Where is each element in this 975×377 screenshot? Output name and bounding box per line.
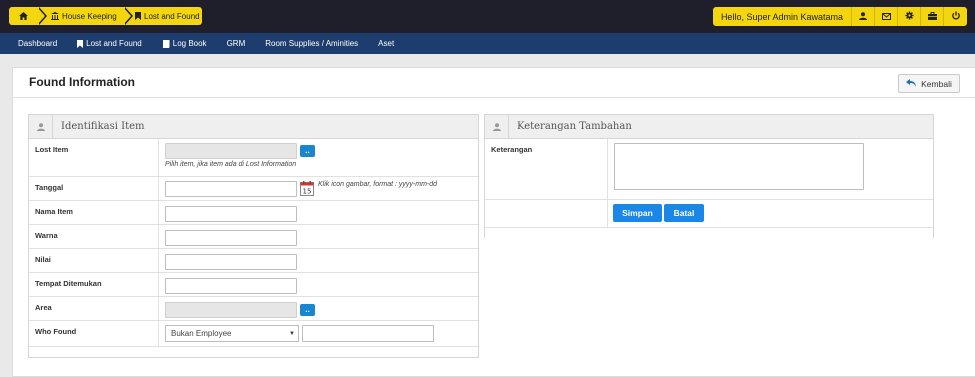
- field-label: Nilai: [29, 249, 159, 272]
- nav-item-label: GRM: [226, 39, 246, 48]
- page-title: Found Information: [29, 75, 135, 89]
- nav-item-aset[interactable]: Aset: [378, 39, 394, 48]
- field-label: Tanggal: [29, 177, 159, 200]
- found-information-panel: Found Information Kembali Identifikasi I…: [12, 67, 975, 377]
- field-label: Lost Item: [29, 139, 159, 176]
- identifikasi-item-section: Identifikasi Item Lost Item .. Pilih ite…: [28, 114, 479, 358]
- svg-text:15: 15: [303, 188, 312, 196]
- envelope-icon: [881, 12, 891, 22]
- form-row-tanggal: Tanggal 15 Klik icon gambar, format : yy…: [29, 177, 478, 201]
- form-row-nilai: Nilai: [29, 249, 478, 273]
- nav-item-label: Lost and Found: [86, 39, 142, 48]
- nama-item-input[interactable]: [165, 206, 297, 222]
- briefcase-button[interactable]: [921, 7, 944, 26]
- breadcrumb: House Keeping Lost and Found: [9, 7, 202, 25]
- logout-button[interactable]: [944, 7, 967, 26]
- area-input[interactable]: [165, 302, 297, 318]
- breadcrumb-label: Lost and Found: [144, 11, 200, 21]
- user-icon: [859, 11, 867, 22]
- book-icon: [162, 39, 170, 48]
- briefcase-icon: [927, 11, 937, 22]
- back-button-label: Kembali: [921, 78, 952, 89]
- field-label: Keterangan: [485, 139, 608, 199]
- undo-icon: [906, 79, 917, 88]
- breadcrumb-house-keeping[interactable]: House Keeping: [37, 7, 133, 25]
- nav-item-label: Room Supplies / Aminities: [265, 39, 359, 48]
- nav-item-grm[interactable]: GRM: [227, 39, 246, 48]
- keterangan-tambahan-section: Keterangan Tambahan Keterangan Simpan Ba…: [484, 114, 934, 238]
- section-header: Identifikasi Item: [29, 114, 478, 139]
- breadcrumb-home[interactable]: [9, 7, 47, 25]
- messages-button[interactable]: [875, 7, 898, 26]
- panel-header: Found Information Kembali: [13, 68, 975, 98]
- form-row-keterangan: Keterangan: [485, 139, 933, 200]
- section-title: Identifikasi Item: [61, 121, 145, 132]
- power-icon: [951, 11, 960, 22]
- breadcrumb-lost-and-found[interactable]: Lost and Found: [123, 7, 202, 25]
- back-button[interactable]: Kembali: [898, 74, 960, 93]
- nilai-input[interactable]: [165, 254, 297, 270]
- main-nav: Dashboard Lost and Found Log Book GRM Ro…: [0, 33, 975, 54]
- user-icon: [485, 114, 509, 139]
- form-row-lost-item: Lost Item .. Pilih item, jika item ada d…: [29, 139, 478, 177]
- field-label: Warna: [29, 225, 159, 248]
- field-label: Who Found: [29, 321, 159, 346]
- calendar-icon[interactable]: 15: [300, 181, 314, 196]
- section-header: Keterangan Tambahan: [485, 114, 933, 139]
- form-row-nama-item: Nama Item: [29, 201, 478, 225]
- nav-item-dashboard[interactable]: Dashboard: [18, 39, 57, 48]
- profile-button[interactable]: [852, 7, 875, 26]
- who-found-select[interactable]: Bukan Employee ▼: [165, 325, 299, 342]
- area-browse-button[interactable]: ..: [300, 304, 315, 316]
- cancel-button[interactable]: Batal: [664, 204, 704, 222]
- form-row-tempat-ditemukan: Tempat Ditemukan: [29, 273, 478, 297]
- user-greeting[interactable]: Hello, Super Admin Kawatama: [712, 7, 852, 26]
- form-row-area: Area ..: [29, 297, 478, 321]
- bookmark-icon: [77, 39, 84, 48]
- settings-button[interactable]: [898, 7, 921, 26]
- nav-item-label: Aset: [378, 39, 395, 48]
- building-icon: [51, 12, 59, 20]
- top-bar: House Keeping Lost and Found Hello, Supe…: [0, 0, 975, 33]
- user-icon: [29, 114, 53, 139]
- section-title: Keterangan Tambahan: [517, 121, 632, 132]
- actions-label-cell: [485, 200, 608, 227]
- caret-down-icon: ▼: [289, 331, 295, 337]
- field-label: Area: [29, 297, 159, 320]
- form-row-who-found: Who Found Bukan Employee ▼: [29, 321, 478, 347]
- nav-item-log-book[interactable]: Log Book: [162, 39, 207, 48]
- nav-item-label: Log Book: [172, 39, 207, 48]
- bookmark-icon: [135, 12, 141, 20]
- lost-item-input[interactable]: [165, 143, 297, 159]
- user-toolbar: Hello, Super Admin Kawatama: [712, 7, 967, 26]
- keterangan-textarea[interactable]: [614, 143, 864, 190]
- warna-input[interactable]: [165, 230, 297, 246]
- form-row-actions: Simpan Batal: [485, 200, 933, 228]
- field-label: Tempat Ditemukan: [29, 273, 159, 296]
- who-found-selected: Bukan Employee: [171, 329, 232, 338]
- field-label: Nama Item: [29, 201, 159, 224]
- tempat-ditemukan-input[interactable]: [165, 278, 297, 294]
- form-row-warna: Warna: [29, 225, 478, 249]
- tanggal-hint: Klik icon gambar, format : yyyy-mm-dd: [318, 181, 438, 188]
- breadcrumb-label: House Keeping: [62, 11, 117, 21]
- save-button[interactable]: Simpan: [613, 204, 662, 222]
- lost-item-hint: Pilih item, jika item ada di Lost Inform…: [165, 161, 297, 168]
- gear-icon: [904, 11, 914, 22]
- nav-item-lost-and-found[interactable]: Lost and Found: [77, 39, 142, 48]
- lost-item-browse-button[interactable]: ..: [300, 145, 315, 157]
- nav-item-label: Dashboard: [18, 39, 58, 48]
- nav-item-room-supplies[interactable]: Room Supplies / Aminities: [265, 39, 358, 48]
- home-icon: [18, 12, 28, 20]
- tanggal-input[interactable]: [165, 181, 297, 197]
- who-found-name-input[interactable]: [302, 325, 434, 342]
